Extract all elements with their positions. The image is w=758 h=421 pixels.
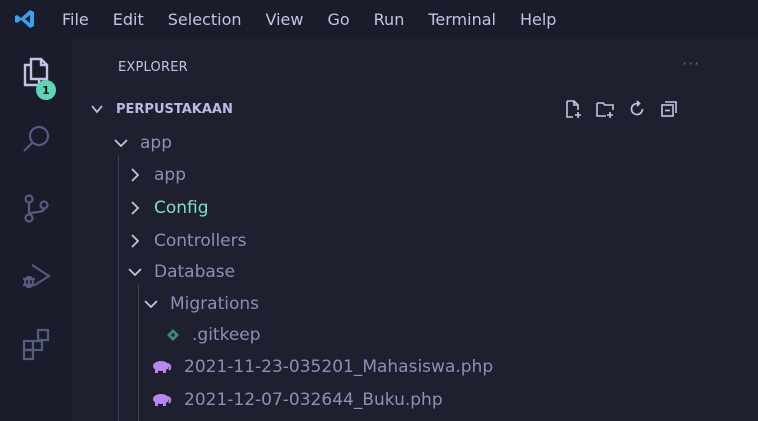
workspace-name: PERPUSTAKAAN <box>116 101 233 117</box>
tree-label: app <box>154 165 186 185</box>
search-icon[interactable] <box>0 110 72 170</box>
php-file-icon <box>152 360 172 374</box>
chevron-down-icon <box>88 100 106 118</box>
menu-bar: File Edit Selection View Go Run Terminal… <box>0 0 758 38</box>
tree-label: Migrations <box>170 294 260 314</box>
activity-bar: 1 <box>0 38 72 421</box>
tree-file-mahasiswa[interactable]: 2021-11-23-035201_Mahasiswa.php <box>152 352 493 382</box>
explorer-panel: EXPLORER ··· PERPUSTAKAAN app app Config… <box>72 38 758 421</box>
tree-label: .gitkeep <box>192 325 261 345</box>
tree-file-gitkeep[interactable]: .gitkeep <box>166 320 261 350</box>
explorer-title: EXPLORER <box>118 60 188 75</box>
tree-file-buku[interactable]: 2021-12-07-032644_Buku.php <box>152 385 443 415</box>
tree-folder-controllers[interactable]: Controllers <box>126 226 246 256</box>
menu-view[interactable]: View <box>254 0 316 38</box>
tree-label: 2021-11-23-035201_Mahasiswa.php <box>184 357 494 377</box>
tree-folder-database[interactable]: Database <box>126 257 235 287</box>
chevron-down-icon <box>142 295 160 313</box>
indent-guide <box>118 156 119 421</box>
tree-folder-app-sub[interactable]: app <box>126 160 186 190</box>
tree-folder-app[interactable]: app <box>112 128 172 158</box>
refresh-icon[interactable] <box>626 98 648 120</box>
files-icon[interactable]: 1 <box>0 42 72 102</box>
menu-help[interactable]: Help <box>508 0 568 38</box>
collapse-all-icon[interactable] <box>658 98 680 120</box>
menu-terminal[interactable]: Terminal <box>416 0 508 38</box>
tree-label: Database <box>154 262 236 282</box>
indent-guide <box>138 284 139 421</box>
run-debug-icon[interactable] <box>0 246 72 306</box>
new-file-icon[interactable] <box>562 98 584 120</box>
menu-go[interactable]: Go <box>315 0 361 38</box>
menu-selection[interactable]: Selection <box>156 0 254 38</box>
extensions-icon[interactable] <box>0 314 72 374</box>
chevron-right-icon <box>126 232 144 250</box>
workspace-header[interactable]: PERPUSTAKAAN <box>88 94 233 124</box>
chevron-right-icon <box>126 199 144 217</box>
vscode-logo-icon <box>0 0 50 38</box>
more-actions-button[interactable]: ··· <box>682 54 700 73</box>
menu-edit[interactable]: Edit <box>101 0 156 38</box>
git-file-icon <box>166 328 180 342</box>
chevron-down-icon <box>112 134 130 152</box>
tree-label: 2021-12-07-032644_Buku.php <box>184 390 443 410</box>
tree-folder-migrations[interactable]: Migrations <box>142 289 259 319</box>
source-control-icon[interactable] <box>0 178 72 238</box>
menu-run[interactable]: Run <box>362 0 417 38</box>
menu-file[interactable]: File <box>50 0 101 38</box>
explorer-badge: 1 <box>36 80 56 100</box>
tree-folder-config[interactable]: Config <box>126 193 209 223</box>
tree-label: app <box>140 133 172 153</box>
explorer-toolbar <box>562 94 680 124</box>
php-file-icon <box>152 393 172 407</box>
chevron-down-icon <box>126 263 144 281</box>
tree-label: Config <box>154 198 209 218</box>
chevron-right-icon <box>126 166 144 184</box>
tree-label: Controllers <box>154 231 247 251</box>
new-folder-icon[interactable] <box>594 98 616 120</box>
